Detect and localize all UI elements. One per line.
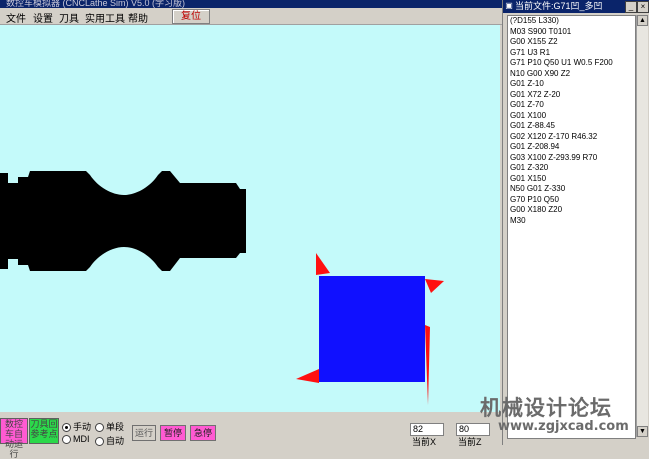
code-line: M03 S900 T0101 <box>510 26 572 36</box>
pause-button[interactable]: 暂停 <box>160 425 186 441</box>
tool-insert-left-bottom <box>296 369 319 383</box>
tool-holder <box>319 276 425 382</box>
code-line: G70 P10 Q50 <box>510 194 559 204</box>
code-line: (?D155 L330) <box>510 16 559 25</box>
code-line: G03 X100 Z-293.99 R70 <box>510 152 598 162</box>
auto-run-button[interactable]: 数控车自动运行 <box>0 418 28 459</box>
vertical-scrollbar[interactable]: ▲ ▼ <box>636 15 648 437</box>
radio-selected-icon <box>62 423 71 433</box>
menu-bar: 文件 设置 刀具 实用工具 帮助 复位 <box>0 8 502 25</box>
reset-button[interactable]: 复位 <box>172 9 210 24</box>
code-line: G71 U3 R1 <box>510 47 551 57</box>
mode-single-label: 单段 <box>106 422 125 432</box>
code-line: G01 X72 Z-20 <box>510 89 561 99</box>
menu-settings[interactable]: 设置 <box>33 10 53 25</box>
minimize-icon[interactable]: _ <box>625 1 637 13</box>
window-title: 数控车模拟器 (CNCLathe Sim) V5.0 (学习版) <box>6 0 186 8</box>
code-line: G01 X150 <box>510 173 547 183</box>
menu-file[interactable]: 文件 <box>6 10 26 25</box>
run-button[interactable]: 运行 <box>132 425 156 441</box>
simulator-window: 数控车模拟器 (CNCLathe Sim) V5.0 (学习版) 文件 设置 刀… <box>0 0 502 459</box>
program-title: 当前文件:G71凹_多凹 <box>515 1 603 11</box>
menu-tools[interactable]: 刀具 <box>59 10 79 25</box>
program-text-area[interactable]: (?D155 L330) M03 S900 T0101 G00 X155 Z2 … <box>507 15 636 439</box>
program-title-bar: ▣ 当前文件:G71凹_多凹 _ × <box>503 0 649 13</box>
mode-mdi-label: MDI <box>73 434 90 444</box>
menu-help[interactable]: 帮助 <box>128 10 148 25</box>
mode-mdi-radio[interactable]: MDI <box>62 434 90 445</box>
window-title-bar: 数控车模拟器 (CNCLathe Sim) V5.0 (学习版) <box>0 0 502 8</box>
menu-utilities[interactable]: 实用工具 <box>85 10 125 25</box>
tool-insert-top-left <box>316 253 330 275</box>
tool-reference-button[interactable]: 刀具回参考点 <box>29 418 59 444</box>
code-line: G01 Z-208.94 <box>510 142 560 151</box>
mode-single-radio[interactable]: 单段 <box>95 420 124 433</box>
scroll-up-icon[interactable]: ▲ <box>637 15 648 26</box>
simulation-drawing <box>0 171 444 405</box>
emergency-stop-button[interactable]: 急停 <box>190 425 216 441</box>
workpiece-shape <box>0 171 246 271</box>
code-line: G00 X155 Z2 <box>510 37 558 46</box>
code-line: N10 G00 X90 Z2 <box>510 68 571 78</box>
close-icon[interactable]: × <box>637 1 649 13</box>
code-line: M30 <box>510 215 526 225</box>
current-x-label: 当前X <box>412 437 437 447</box>
tool-insert-top-right <box>425 279 444 293</box>
code-line: G00 X180 Z20 <box>510 205 563 214</box>
code-line: G01 Z-10 <box>510 79 544 88</box>
radio-unselected-icon <box>95 423 104 433</box>
tool-holder-divider <box>420 279 422 379</box>
watermark: 机械设计论坛 www.zgjxcad.com <box>480 392 648 442</box>
simulation-canvas <box>0 25 500 412</box>
watermark-url: www.zgjxcad.com <box>498 419 629 434</box>
code-line: N50 G01 Z-330 <box>510 184 566 193</box>
mode-auto-radio[interactable]: 自动 <box>95 434 124 447</box>
control-bar: 数控车自动运行 刀具回参考点 手动 单段 MDI 自动 运行 暂停 急停 82 … <box>0 412 502 459</box>
code-line: G01 X100 <box>510 110 547 120</box>
code-line: G01 Z-320 <box>510 163 549 172</box>
current-z-label: 当前Z <box>458 437 482 447</box>
code-line: G02 X120 Z-170 R46.32 <box>510 131 598 141</box>
code-line: G01 Z-70 <box>510 100 544 109</box>
mode-manual-radio[interactable]: 手动 <box>62 420 91 433</box>
mode-manual-label: 手动 <box>73 422 92 432</box>
radio-unselected-icon <box>62 435 71 445</box>
app-icon: ▣ <box>505 1 513 10</box>
code-line: G71 P10 Q50 U1 W0.5 F200 <box>510 58 613 67</box>
tool-insert-right <box>425 325 430 405</box>
code-line: G01 Z-88.45 <box>510 121 555 130</box>
program-window: ▣ 当前文件:G71凹_多凹 _ × (?D155 L330) M03 S900… <box>502 0 649 445</box>
watermark-title: 机械设计论坛 <box>480 395 612 420</box>
